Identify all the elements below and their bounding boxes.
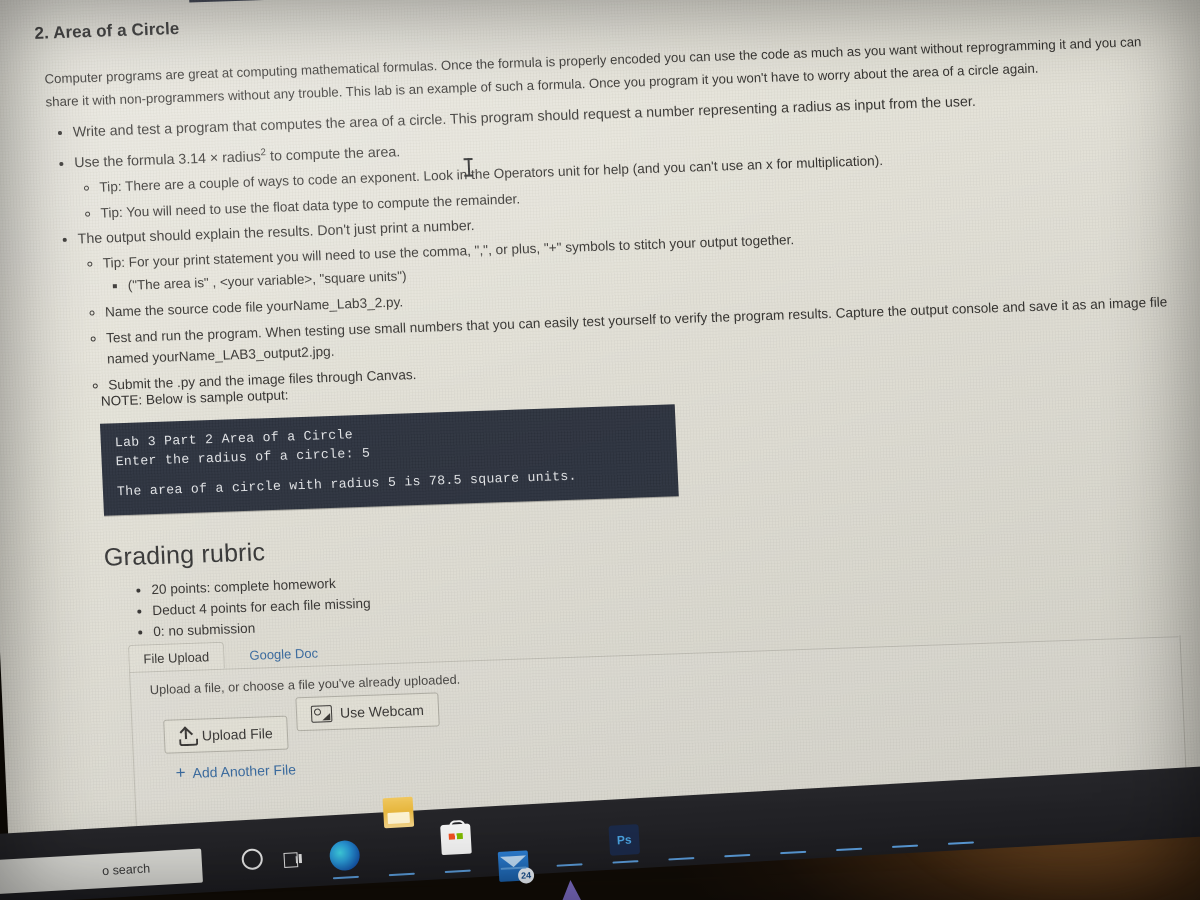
task-view-icon[interactable] [283,851,304,868]
tip-filename: Name the source code file yourName_Lab3_… [104,294,404,320]
webcam-image-icon [310,704,333,723]
monitor-screen: 2. Area of a Circle Computer programs ar… [0,0,1200,877]
taskbar-photoshop-underline [612,860,639,864]
taskbar-search-input[interactable]: o search [0,848,203,897]
instruction-list: Write and test a program that computes t… [47,85,1189,402]
taskbar-adobe-underline [556,863,583,867]
taskbar-palette-app-underline [836,847,863,852]
taskbar-edge-icon[interactable] [328,839,361,872]
taskbar-colors-app-underline [724,853,751,858]
upload-icon [179,728,199,746]
taskbar-blue-app-underline [668,857,695,861]
photoshop-label: Ps [616,832,632,848]
taskbar-file-explorer-underline [388,872,415,877]
search-placeholder-text: o search [101,861,151,879]
taskbar-adobe-icon[interactable] [555,877,587,900]
taskbar-photo-app-underline [780,850,807,855]
use-webcam-label: Use Webcam [339,701,425,721]
text-cursor-icon [464,158,474,176]
use-webcam-button[interactable]: Use Webcam [295,692,440,732]
rubric-list: 20 points: complete homework Deduct 4 po… [129,573,372,644]
tip-print-example: ("The area is" , <your variable>, "squar… [127,268,407,293]
upload-file-label: Upload File [201,725,274,744]
cortana-icon[interactable] [241,848,264,871]
taskbar-file-explorer-icon[interactable] [382,796,415,829]
taskbar-shell-app-underline [947,841,974,845]
sample-output-console: Lab 3 Part 2 Area of a Circle Enter the … [99,404,679,516]
taskbar-microsoft-store-icon[interactable] [440,823,472,856]
add-another-file-label: Add Another File [192,760,297,781]
taskbar-picture-app-underline [892,844,919,848]
plus-icon: + [175,763,186,783]
bullet-formula-pre: Use the formula 3.14 × radius [73,148,262,172]
taskbar-edge-underline [332,875,359,880]
assignment-page-content: 2. Area of a Circle Computer programs ar… [0,0,1200,857]
rubric-heading: Grading rubric [103,538,266,572]
photographed-monitor-scene: 2. Area of a Circle Computer programs ar… [0,0,1200,900]
upload-file-button[interactable]: Upload File [163,715,289,754]
taskbar-photoshop-icon[interactable]: Ps [608,824,641,856]
bullet-formula-post: to compute the area. [265,144,401,165]
taskbar-store-underline [444,869,471,873]
page-title: 2. Area of a Circle [34,18,180,43]
list-item: The output should explain the results. D… [77,192,1188,396]
